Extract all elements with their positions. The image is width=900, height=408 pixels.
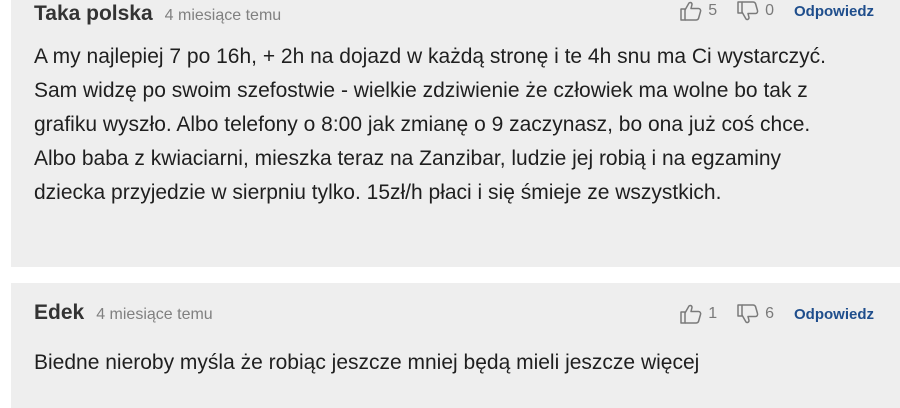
comment-card: Edek 4 miesiące temu 1 6 Odpowiedz Biedn… [11,283,900,408]
reply-link[interactable]: Odpowiedz [794,306,874,323]
reply-link[interactable]: Odpowiedz [794,3,874,20]
dislike-button[interactable]: 6 [737,304,774,324]
comment-author[interactable]: Edek [34,301,84,325]
dislike-count: 6 [765,305,774,322]
thumbs-up-icon [680,1,702,21]
thumbs-up-icon [680,304,702,324]
thumbs-down-icon [737,1,759,21]
comment-header: Taka polska 4 miesiące temu 5 0 Odpowied… [34,1,900,26]
comment-timestamp: 4 miesiące temu [164,7,282,24]
like-button[interactable]: 1 [680,304,717,324]
like-button[interactable]: 5 [680,1,717,21]
dislike-button[interactable]: 0 [737,1,774,21]
like-count: 5 [708,2,718,19]
comment-text: A my najlepiej 7 po 16h, + 2h na dojazd … [34,45,827,204]
like-count: 1 [708,305,718,322]
thumbs-down-icon [737,304,759,324]
comment-author[interactable]: Taka polska [34,2,153,26]
comment-text: Biedne nieroby myśla że robiąc jeszcze m… [34,351,700,374]
comment-card: Taka polska 4 miesiące temu 5 0 Odpowied… [11,0,900,267]
dislike-count: 0 [765,2,774,19]
comment-header: Edek 4 miesiące temu 1 6 Odpowiedz [34,301,900,325]
comment-timestamp: 4 miesiące temu [96,306,213,323]
comment-actions: 5 0 Odpowiedz [680,1,874,21]
comment-actions: 1 6 Odpowiedz [680,304,874,324]
